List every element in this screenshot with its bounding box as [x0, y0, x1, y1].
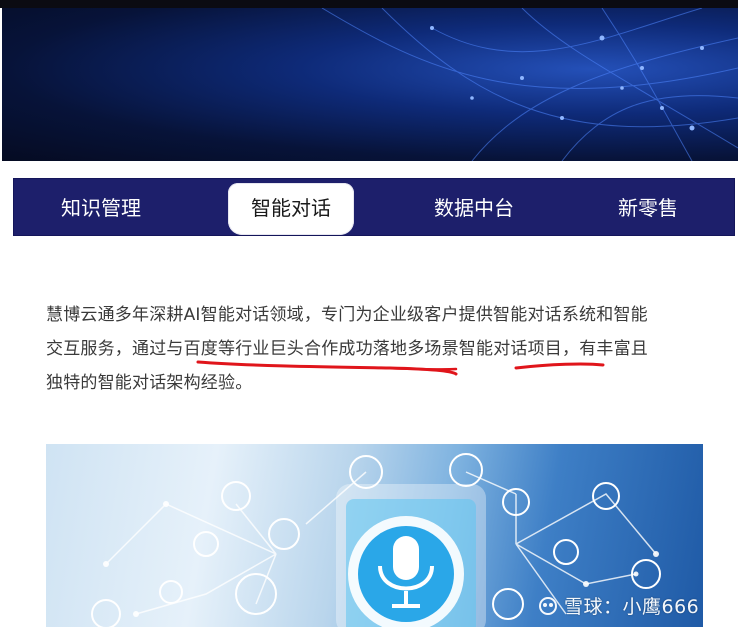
watermark: 雪球：小鹰666 [538, 592, 699, 619]
phone-icon [449, 453, 483, 487]
watermark-text: 雪球：小鹰666 [564, 596, 700, 618]
top-bar [0, 0, 738, 8]
tab-smart-dialogue[interactable]: 智能对话 [228, 183, 354, 235]
hero-banner [2, 8, 738, 161]
snowball-logo-icon [539, 596, 557, 615]
tab-data-middle-platform[interactable]: 数据中台 [409, 179, 539, 237]
article-line: 独特的智能对话架构经验。 [46, 373, 253, 393]
tab-knowledge-management[interactable]: 知识管理 [36, 179, 166, 237]
article-paragraph: 慧博云通多年深耕AI智能对话领域，专门为企业级客户提供智能对话系统和智能 交互服… [46, 298, 706, 400]
microphone-icon [348, 516, 464, 627]
article-line: 交互服务，通过与百度等行业巨头合作成功落地多场景智能对话项目，有丰富且 [46, 339, 648, 359]
category-tabbar: 知识管理 智能对话 数据中台 新零售 [13, 178, 735, 236]
watch-icon [235, 573, 277, 615]
article-line: 慧博云通多年深耕AI智能对话领域，专门为企业级客户提供智能对话系统和智能 [46, 305, 648, 325]
headphones-icon [221, 481, 251, 511]
tab-new-retail[interactable]: 新零售 [590, 179, 706, 237]
camera-icon [193, 531, 219, 557]
